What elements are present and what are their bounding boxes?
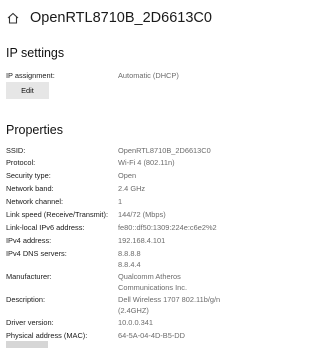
property-label: Manufacturer: [6,272,52,281]
property-value: 144/72 (Mbps) [118,210,166,219]
property-value-line2: 8.8.4.4 [118,260,141,269]
property-value: Dell Wireless 1707 802.11b/g/n [118,295,221,304]
property-label: Link-local IPv6 address: [6,223,85,232]
property-label: IPv4 DNS servers: [6,249,67,258]
home-icon[interactable] [6,11,20,25]
property-value: 192.168.4.101 [118,236,166,245]
ip-assignment-value: Automatic (DHCP) [118,71,179,80]
property-value: OpenRTL8710B_2D6613C0 [118,146,211,155]
property-label: Link speed (Receive/Transmit): [6,210,108,219]
property-label: IPv4 address: [6,236,52,245]
edit-button[interactable]: Edit [6,82,49,99]
property-label: Network channel: [6,197,64,206]
property-value-line2: (2.4GHZ) [118,306,149,315]
property-value: Qualcomm Atheros [118,272,181,281]
property-value-line2: Communications Inc. [118,283,188,292]
property-label: Network band: [6,184,54,193]
property-value: 8.8.8.8 [118,249,141,258]
property-label: SSID: [6,146,26,155]
ip-settings-heading: IP settings [6,46,65,60]
property-label: Security type: [6,171,51,180]
property-value: Wi-Fi 4 (802.11n) [118,158,175,167]
property-label: Description: [6,295,46,304]
property-value: 2.4 GHz [118,184,146,193]
property-label: Physical address (MAC): [6,331,88,340]
page-header: OpenRTL8710B_2D6613C0 [6,8,212,28]
property-label: Protocol: [6,158,36,167]
property-value: 64-5A-04-4D-B5-DD [118,331,185,340]
ip-assignment-label: IP assignment: [6,71,55,80]
property-value: 10.0.0.341 [118,318,153,327]
copy-button-partial[interactable] [6,341,48,348]
property-label: Driver version: [6,318,54,327]
property-value: fe80::df50:1309:224e:c6e2%2 [118,223,217,232]
properties-heading: Properties [6,123,63,137]
property-value: Open [118,171,137,180]
property-value: 1 [118,197,123,206]
page-title: OpenRTL8710B_2D6613C0 [30,10,212,26]
